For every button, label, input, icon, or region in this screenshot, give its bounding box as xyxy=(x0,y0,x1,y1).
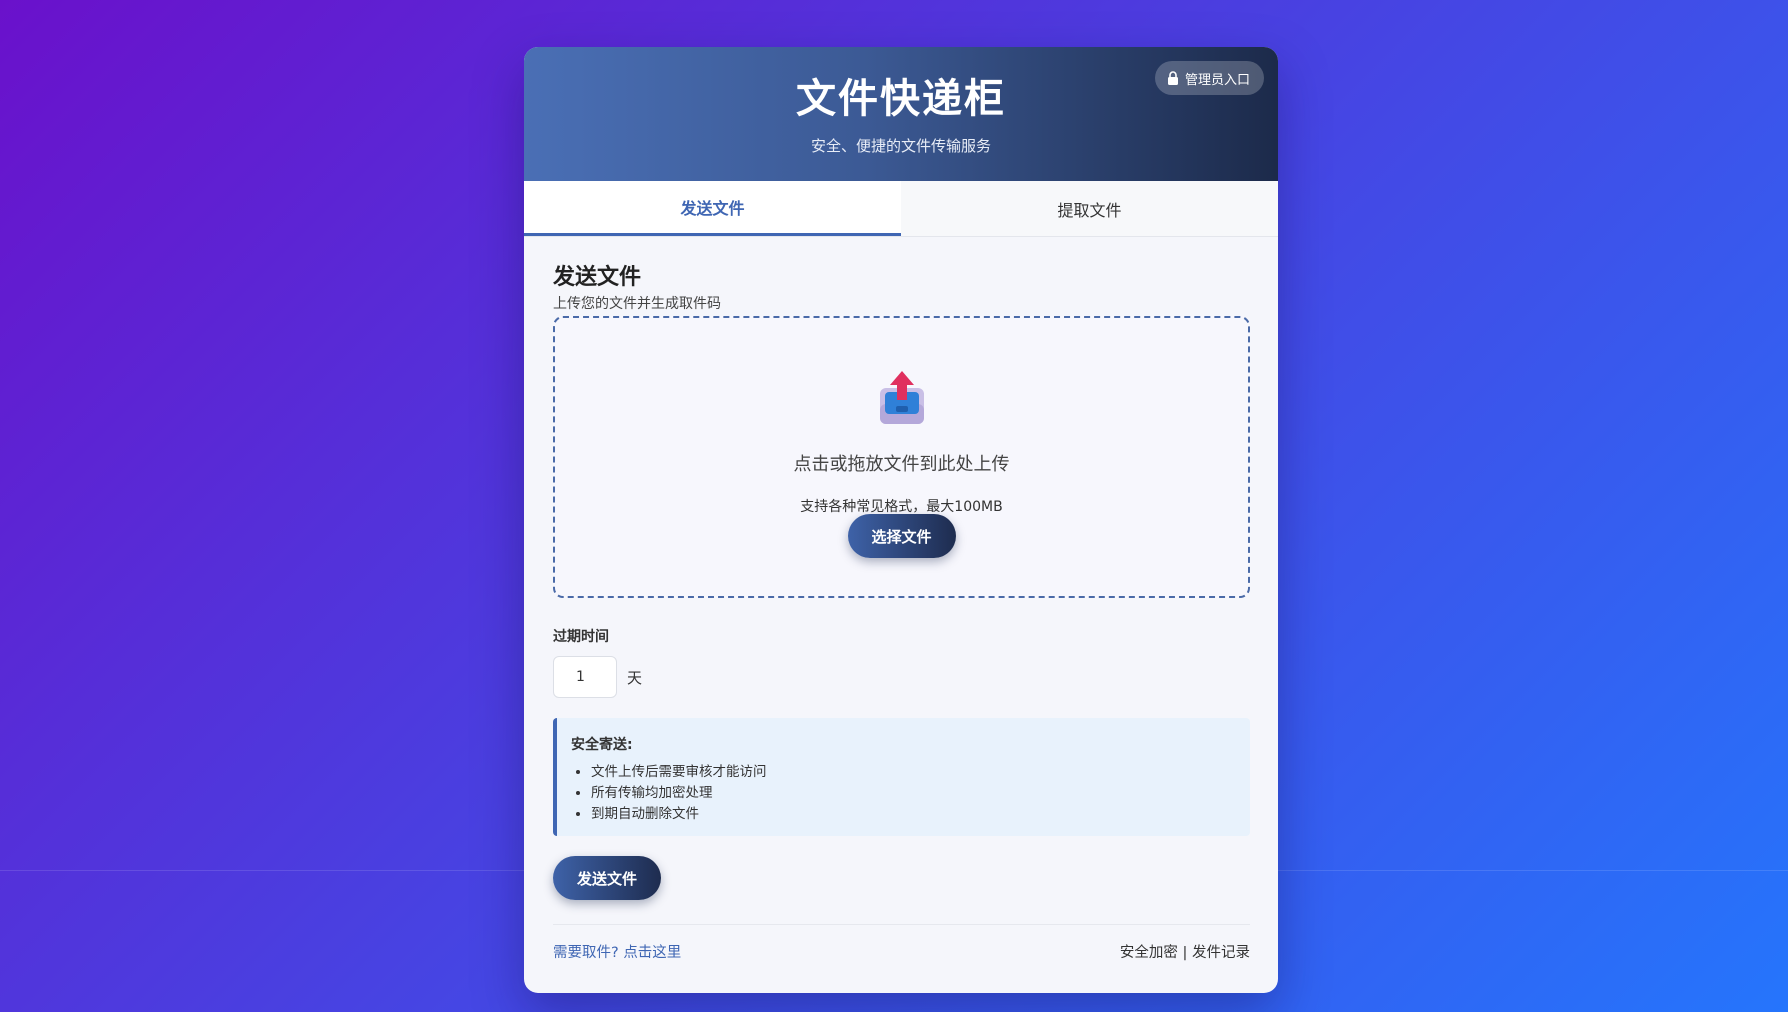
dropzone-main-text: 点击或拖放文件到此处上传 xyxy=(793,454,1010,475)
list-item: 文件上传后需要审核才能访问 xyxy=(591,762,1250,783)
tab-retrieve-file[interactable]: 提取文件 xyxy=(901,181,1278,236)
expire-row: 天 xyxy=(553,656,1250,698)
tab-send-file[interactable]: 发送文件 xyxy=(524,181,901,236)
secure-encryption-link[interactable]: 安全加密 xyxy=(1120,945,1178,961)
send-panel: 发送文件 上传您的文件并生成取件码 点击或拖放文件到此处上传 支持各种常见格式，… xyxy=(524,237,1278,977)
info-title: 安全寄送: xyxy=(571,737,633,753)
expire-label: 过期时间 xyxy=(553,629,609,645)
list-item: 所有传输均加密处理 xyxy=(591,783,1250,804)
expire-unit: 天 xyxy=(627,668,643,687)
admin-entry-button[interactable]: 管理员入口 xyxy=(1154,61,1264,95)
send-history-link[interactable]: 发件记录 xyxy=(1192,945,1250,961)
admin-entry-label: 管理员入口 xyxy=(1184,72,1250,88)
lock-icon xyxy=(1167,71,1178,85)
section-title: 发送文件 xyxy=(553,265,642,290)
dropzone-hint: 支持各种常见格式，最大100MB xyxy=(800,499,1003,515)
retrieve-link[interactable]: 需要取件? 点击这里 xyxy=(553,941,681,962)
expire-days-input[interactable] xyxy=(553,656,617,698)
page-subtitle: 安全、便捷的文件传输服务 xyxy=(810,137,991,155)
info-list: 文件上传后需要审核才能访问 所有传输均加密处理 到期自动删除文件 xyxy=(571,762,1250,825)
security-info-box: 安全寄送: 文件上传后需要审核才能访问 所有传输均加密处理 到期自动删除文件 xyxy=(553,718,1250,836)
footer-links: 安全加密 | 发件记录 xyxy=(1120,941,1250,962)
send-file-button[interactable]: 发送文件 xyxy=(553,856,661,900)
retrieve-link-text[interactable]: 点击这里 xyxy=(623,945,681,961)
header: 管理员入口 文件快递柜 安全、便捷的文件传输服务 xyxy=(524,47,1278,181)
tab-bar: 发送文件 提取文件 xyxy=(524,181,1278,237)
choose-file-button[interactable]: 选择文件 xyxy=(847,514,956,558)
upload-tray-icon xyxy=(879,371,924,424)
file-locker-card: 管理员入口 文件快递柜 安全、便捷的文件传输服务 发送文件 提取文件 发送文件 … xyxy=(524,47,1278,993)
footer: 需要取件? 点击这里 安全加密 | 发件记录 xyxy=(553,925,1250,977)
upload-dropzone[interactable]: 点击或拖放文件到此处上传 支持各种常见格式，最大100MB 选择文件 xyxy=(553,316,1250,598)
footer-separator: | xyxy=(1182,944,1188,961)
section-subtitle: 上传您的文件并生成取件码 xyxy=(553,296,721,312)
list-item: 到期自动删除文件 xyxy=(591,804,1250,825)
retrieve-link-prefix: 需要取件? xyxy=(553,944,619,961)
